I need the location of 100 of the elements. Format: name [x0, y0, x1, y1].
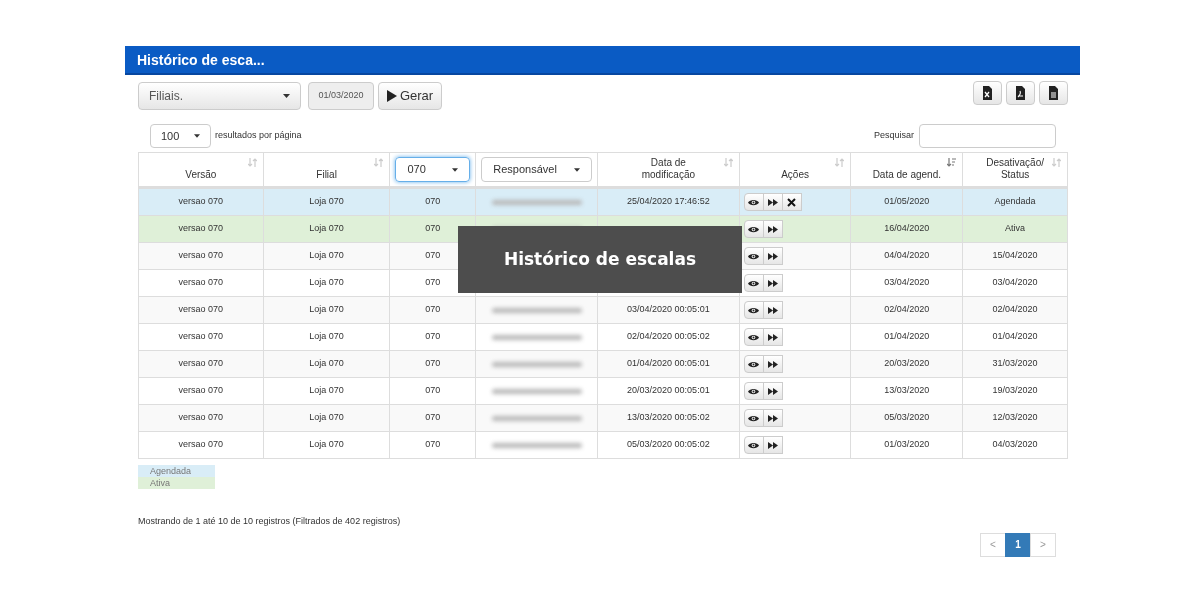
table-cell: 070 [425, 411, 441, 425]
page-size-select[interactable]: 100 [150, 124, 211, 148]
table-cell: 070 [425, 222, 441, 236]
eye-icon [748, 441, 760, 449]
table-row[interactable]: versao 070 Loja 070 070 01/04/2020 00:05:01 20/03/2020 31/03/2020 [139, 350, 1067, 377]
table-cell: 13/03/2020 [884, 384, 930, 398]
column-header[interactable]: Filial [316, 169, 337, 181]
view-button[interactable] [743, 193, 764, 211]
table-cell: 070 [425, 276, 441, 290]
table-cell: 070 [425, 330, 441, 344]
table-row[interactable]: versao 070 Loja 070 070 02/04/2020 00:05:02 01/04/2020 01/04/2020 [139, 323, 1067, 350]
table-cell: 31/03/2020 [992, 357, 1038, 371]
search-label: Pesquisar [873, 129, 914, 143]
forward-button[interactable] [762, 247, 783, 265]
view-button[interactable] [743, 328, 764, 346]
cancel-button[interactable] [781, 193, 802, 211]
forward-button[interactable] [762, 274, 783, 292]
fast-forward-icon [767, 414, 778, 422]
column-header[interactable]: Desativação/ Status [980, 157, 1051, 181]
fast-forward-icon [767, 279, 778, 287]
table-cell: 070 [425, 438, 441, 452]
legend-item: Ativa [138, 477, 215, 489]
column-header[interactable]: Ações [781, 169, 809, 181]
view-button[interactable] [743, 382, 764, 400]
table-cell: 070 [425, 357, 441, 371]
table-cell: versao 070 [178, 384, 224, 398]
table-row[interactable]: versao 070 Loja 070 070 13/03/2020 00:05:02 05/03/2020 12/03/2020 [139, 404, 1067, 431]
column-filter-select[interactable]: Responsável [481, 157, 592, 182]
export-button[interactable] [973, 81, 1002, 105]
table-cell: 01/03/2020 [884, 438, 930, 452]
column-filter-select[interactable]: 070 [395, 157, 471, 182]
page-size-label: resultados por página [215, 129, 302, 143]
play-icon [386, 90, 397, 102]
table-cell: Loja 070 [309, 384, 344, 398]
eye-icon [748, 306, 760, 314]
forward-button[interactable] [762, 355, 783, 373]
fast-forward-icon [767, 198, 778, 206]
column-header[interactable]: Versão [185, 169, 217, 181]
fast-forward-icon [767, 252, 778, 260]
table-cell: Loja 070 [309, 411, 344, 425]
view-button[interactable] [743, 247, 764, 265]
document-icon [1048, 86, 1059, 100]
table-row[interactable]: versao 070 Loja 070 070 03/04/2020 00:05:01 02/04/2020 02/04/2020 [139, 296, 1067, 323]
table-cell: versao 070 [178, 303, 224, 317]
view-button[interactable] [743, 274, 764, 292]
table-cell: 13/03/2020 00:05:02 [627, 411, 710, 425]
fast-forward-icon [767, 441, 778, 449]
table-cell: 070 [425, 195, 441, 209]
panel-title: Histórico de esca... [125, 46, 1080, 75]
forward-button[interactable] [762, 382, 783, 400]
forward-button[interactable] [762, 328, 783, 346]
table-cell: 01/05/2020 [884, 195, 930, 209]
eye-icon [748, 198, 760, 206]
table-cell: 20/03/2020 00:05:01 [627, 384, 710, 398]
table-row[interactable]: versao 070 Loja 070 070 05/03/2020 00:05:02 01/03/2020 04/03/2020 [139, 431, 1067, 458]
table-row[interactable]: versao 070 Loja 070 070 20/03/2020 00:05:01 13/03/2020 19/03/2020 [139, 377, 1067, 404]
eye-icon [748, 279, 760, 287]
results-summary: Mostrando de 1 até 10 de 10 registros (Filtrados de 402 registros) [138, 515, 401, 528]
column-header[interactable]: Data de modificação [633, 157, 704, 181]
branch-select[interactable]: Filiais. [138, 82, 301, 110]
table-cell: 03/04/2020 00:05:01 [627, 303, 710, 317]
forward-button[interactable] [762, 409, 783, 427]
view-button[interactable] [743, 301, 764, 319]
forward-button[interactable] [762, 220, 783, 238]
table-cell: 070 [425, 384, 441, 398]
forward-button[interactable] [762, 436, 783, 454]
table-cell: 05/03/2020 [884, 411, 930, 425]
table-cell: 03/04/2020 [992, 276, 1038, 290]
view-button[interactable] [743, 355, 764, 373]
fast-forward-icon [767, 360, 778, 368]
forward-button[interactable] [762, 301, 783, 319]
generate-button[interactable]: Gerar [378, 82, 442, 110]
table-row[interactable]: versao 070 Loja 070 070 25/04/2020 17:46:52 01/05/2020 Agendada [139, 188, 1067, 215]
table-cell: Ativa [1005, 222, 1026, 236]
eye-icon [748, 387, 760, 395]
view-button[interactable] [743, 436, 764, 454]
column-header[interactable]: Data de agend. [872, 169, 941, 181]
eye-icon [748, 360, 760, 368]
search-field[interactable] [919, 124, 1056, 148]
table-cell: Loja 070 [309, 330, 344, 344]
view-button[interactable] [743, 220, 764, 238]
close-icon [787, 197, 797, 207]
forward-button[interactable] [762, 193, 783, 211]
table-cell: versao 070 [178, 438, 224, 452]
view-button[interactable] [743, 409, 764, 427]
export-button[interactable] [1006, 81, 1035, 105]
legend-item: Agendada [138, 465, 215, 477]
table-cell: Loja 070 [309, 357, 344, 371]
date-field[interactable]: 01/03/2020 [308, 82, 374, 110]
caret-icon [574, 167, 580, 172]
table-cell: Loja 070 [309, 276, 344, 290]
pagination-button[interactable]: 1 [1005, 532, 1031, 557]
table-cell: versao 070 [178, 357, 224, 371]
caret-icon [283, 94, 290, 98]
caret-icon [194, 134, 200, 138]
table-cell: versao 070 [178, 330, 224, 344]
fast-forward-icon [767, 333, 778, 341]
table-cell: 01/04/2020 00:05:01 [627, 357, 710, 371]
caret-icon [452, 167, 459, 172]
export-button[interactable] [1039, 81, 1068, 105]
